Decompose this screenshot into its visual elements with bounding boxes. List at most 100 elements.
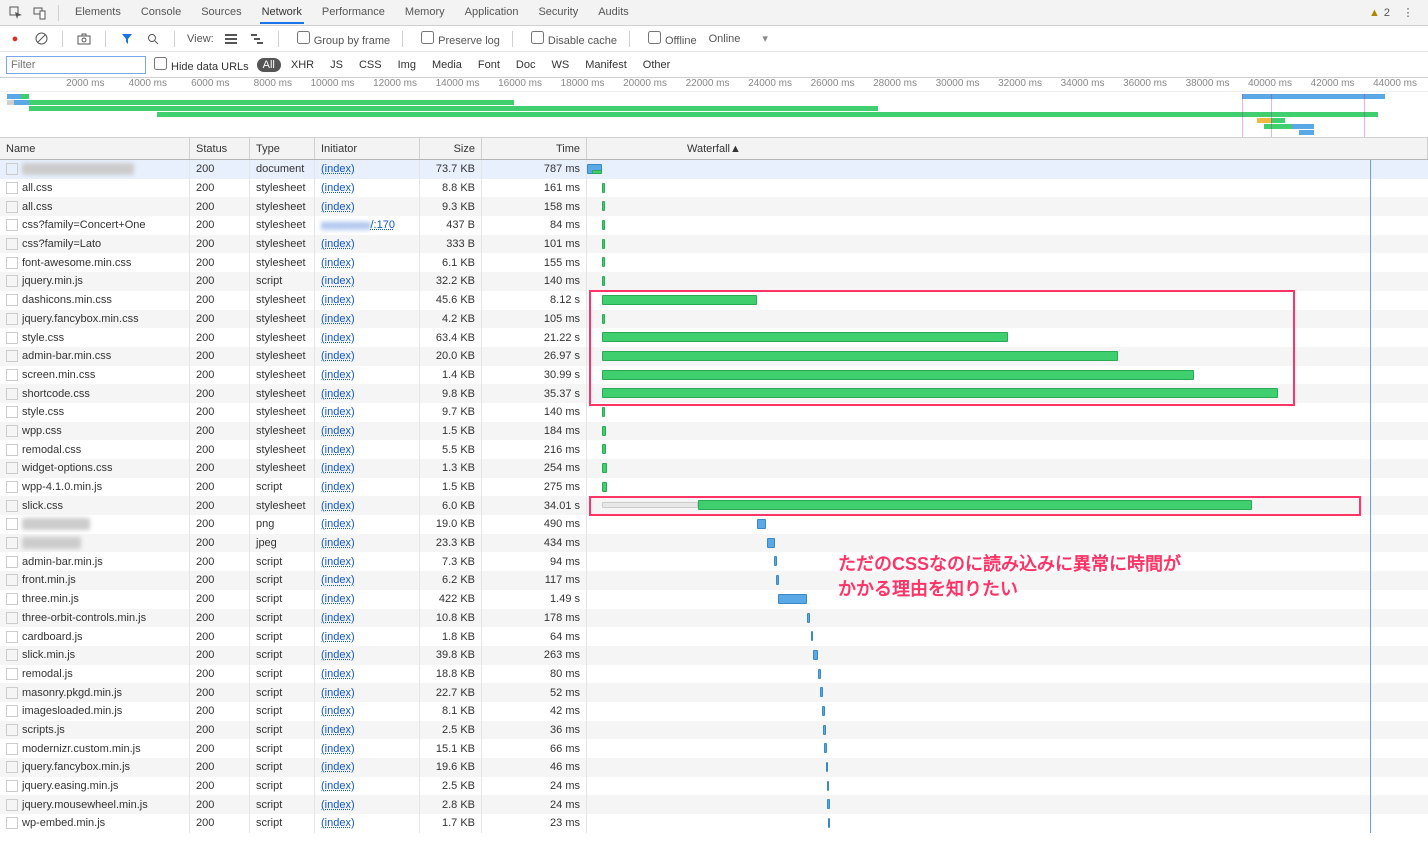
request-row[interactable]: jquery.fancybox.min.css200stylesheet(ind… [0, 310, 1428, 329]
cell-initiator[interactable]: (index) [315, 609, 420, 628]
cell-initiator[interactable]: (index) [315, 347, 420, 366]
cell-initiator[interactable]: (index) [315, 478, 420, 497]
clear-icon[interactable] [32, 30, 50, 48]
record-icon[interactable]: ● [6, 30, 24, 48]
request-row[interactable]: admin-bar.min.css200stylesheet(index)20.… [0, 347, 1428, 366]
request-row[interactable]: three.min.js200script(index)422 KB1.49 s [0, 590, 1428, 609]
cell-initiator[interactable]: (index) [315, 272, 420, 291]
request-row[interactable]: cardboard.js200script(index)1.8 KB64 ms [0, 627, 1428, 646]
col-type[interactable]: Type [250, 138, 315, 159]
chip-other[interactable]: Other [637, 58, 677, 72]
cell-initiator[interactable]: (index) [315, 777, 420, 796]
request-row[interactable]: %...200jpeg(index)23.3 KB434 ms [0, 534, 1428, 553]
col-waterfall[interactable]: Waterfall▲ [587, 138, 1428, 159]
cell-initiator[interactable]: (index) [315, 422, 420, 441]
request-row[interactable]: jquery.fancybox.min.js200script(index)19… [0, 758, 1428, 777]
offline-checkbox[interactable] [648, 31, 661, 44]
tab-network[interactable]: Network [260, 2, 304, 24]
cell-initiator[interactable]: (index) [315, 627, 420, 646]
cell-initiator[interactable]: (index) [315, 440, 420, 459]
col-status[interactable]: Status [190, 138, 250, 159]
request-row[interactable]: 2.png200png(index)19.0 KB490 ms [0, 515, 1428, 534]
cell-initiator[interactable]: (index) [315, 758, 420, 777]
capture-screenshot-icon[interactable] [75, 30, 93, 48]
cell-initiator[interactable]: (index) [315, 571, 420, 590]
cell-initiator[interactable]: (index) [315, 721, 420, 740]
cell-initiator[interactable]: (index) [315, 403, 420, 422]
request-row[interactable]: style.css200stylesheet(index)63.4 KB21.2… [0, 328, 1428, 347]
tab-sources[interactable]: Sources [199, 2, 243, 24]
request-row[interactable]: remodal.js200script(index)18.8 KB80 ms [0, 665, 1428, 684]
col-name[interactable]: Name [0, 138, 190, 159]
chip-js[interactable]: JS [324, 58, 349, 72]
cell-initiator[interactable]: (index) [315, 646, 420, 665]
disable-cache-option[interactable]: Disable cache [525, 31, 617, 47]
col-initiator[interactable]: Initiator [315, 138, 420, 159]
cell-initiator[interactable]: (index) [315, 665, 420, 684]
request-row[interactable]: widget-options.css200stylesheet(index)1.… [0, 459, 1428, 478]
cell-initiator[interactable]: (index) [315, 515, 420, 534]
request-row[interactable]: wp-embed.min.js200script(index)1.7 KB23 … [0, 814, 1428, 833]
offline-option[interactable]: Offline [642, 31, 697, 47]
cell-initiator[interactable]: (index) [315, 590, 420, 609]
request-row[interactable]: xxxxxxxxxxxxx200document(index)73.7 KB78… [0, 160, 1428, 179]
request-row[interactable]: screen.min.css200stylesheet(index)1.4 KB… [0, 366, 1428, 385]
large-rows-icon[interactable] [222, 30, 240, 48]
request-row[interactable]: wpp.css200stylesheet(index)1.5 KB184 ms [0, 422, 1428, 441]
cell-initiator[interactable]: (index) [315, 702, 420, 721]
warning-count[interactable]: ▲ 2 [1369, 7, 1390, 19]
request-row[interactable]: all.css200stylesheet(index)8.8 KB161 ms [0, 179, 1428, 198]
request-row[interactable]: modernizr.custom.min.js200script(index)1… [0, 739, 1428, 758]
request-row[interactable]: imagesloaded.min.js200script(index)8.1 K… [0, 702, 1428, 721]
chip-all[interactable]: All [257, 58, 281, 72]
cell-initiator[interactable]: (index) [315, 160, 420, 179]
chip-ws[interactable]: WS [545, 58, 575, 72]
waterfall-view-icon[interactable] [248, 30, 266, 48]
col-time[interactable]: Time [482, 138, 587, 159]
tab-memory[interactable]: Memory [403, 2, 447, 24]
hide-data-urls-option[interactable]: Hide data URLs [154, 57, 249, 73]
cell-initiator[interactable]: (index) [315, 366, 420, 385]
request-row[interactable]: jquery.min.js200script(index)32.2 KB140 … [0, 272, 1428, 291]
chip-manifest[interactable]: Manifest [579, 58, 633, 72]
cell-initiator[interactable]: (index) [315, 459, 420, 478]
cell-initiator[interactable]: (index) [315, 197, 420, 216]
cell-initiator[interactable]: (index) [315, 739, 420, 758]
chip-xhr[interactable]: XHR [285, 58, 320, 72]
request-row[interactable]: jquery.easing.min.js200script(index)2.5 … [0, 777, 1428, 796]
throttle-dropdown-icon[interactable]: ▾ [762, 32, 768, 45]
request-row[interactable]: dashicons.min.css200stylesheet(index)45.… [0, 291, 1428, 310]
request-row[interactable]: front.min.js200script(index)6.2 KB117 ms [0, 571, 1428, 590]
request-row[interactable]: css?family=Lato200stylesheet(index)333 B… [0, 235, 1428, 254]
cell-initiator[interactable]: (index) [315, 795, 420, 814]
request-row[interactable]: wpp-4.1.0.min.js200script(index)1.5 KB27… [0, 478, 1428, 497]
request-row[interactable]: jquery.mousewheel.min.js200script(index)… [0, 795, 1428, 814]
cell-initiator[interactable]: (index) [315, 328, 420, 347]
group-by-frame-checkbox[interactable] [297, 31, 310, 44]
cell-initiator[interactable]: (index) [315, 496, 420, 515]
cell-initiator[interactable]: (index) [315, 683, 420, 702]
search-icon[interactable] [144, 30, 162, 48]
request-row[interactable]: masonry.pkgd.min.js200script(index)22.7 … [0, 683, 1428, 702]
more-icon[interactable]: ⋮ [1398, 3, 1418, 23]
request-row[interactable]: three-orbit-controls.min.js200script(ind… [0, 609, 1428, 628]
tab-audits[interactable]: Audits [596, 2, 631, 24]
request-row[interactable]: all.css200stylesheet(index)9.3 KB158 ms [0, 197, 1428, 216]
group-by-frame-option[interactable]: Group by frame [291, 31, 390, 47]
tab-security[interactable]: Security [536, 2, 580, 24]
disable-cache-checkbox[interactable] [531, 31, 544, 44]
request-row[interactable]: scripts.js200script(index)2.5 KB36 ms [0, 721, 1428, 740]
preserve-log-checkbox[interactable] [421, 31, 434, 44]
cell-initiator[interactable]: (index) [315, 310, 420, 329]
device-toggle-icon[interactable] [30, 3, 50, 23]
cell-initiator[interactable]: (index) [315, 552, 420, 571]
filter-icon[interactable] [118, 30, 136, 48]
request-row[interactable]: font-awesome.min.css200stylesheet(index)… [0, 253, 1428, 272]
filter-input[interactable] [6, 56, 146, 74]
cell-initiator[interactable]: xxxxxxxxx/:170 [315, 216, 420, 235]
inspect-icon[interactable] [6, 3, 26, 23]
request-row[interactable]: slick.css200stylesheet(index)6.0 KB34.01… [0, 496, 1428, 515]
cell-initiator[interactable]: (index) [315, 179, 420, 198]
chip-font[interactable]: Font [472, 58, 506, 72]
chip-img[interactable]: Img [392, 58, 422, 72]
